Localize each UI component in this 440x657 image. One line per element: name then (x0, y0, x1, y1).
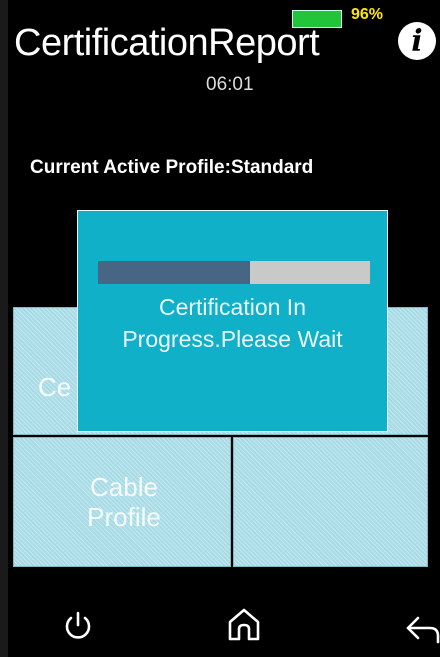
info-icon[interactable]: i (398, 22, 436, 60)
left-edge-strip (0, 0, 8, 657)
battery-percent: 96% (351, 6, 384, 23)
active-profile-label: Current Active Profile:Standard (30, 157, 314, 178)
progress-message: Certification In Progress.Please Wait (122, 294, 343, 352)
progress-bar-fill (98, 261, 251, 284)
page-title: CertificationReport (14, 22, 320, 64)
cable-profile-tile[interactable]: Cable Profile (13, 437, 231, 567)
certification-tile-label: Ce (38, 372, 72, 402)
power-icon[interactable] (60, 608, 96, 644)
back-icon[interactable] (404, 612, 440, 646)
progress-bar (98, 261, 370, 284)
elapsed-time: 06:01 (206, 74, 254, 95)
home-icon[interactable] (226, 605, 262, 643)
progress-dialog: Certification In Progress.Please Wait (77, 210, 388, 432)
empty-tile[interactable] (233, 437, 428, 567)
cable-profile-tile-label: Cable Profile (87, 472, 161, 532)
